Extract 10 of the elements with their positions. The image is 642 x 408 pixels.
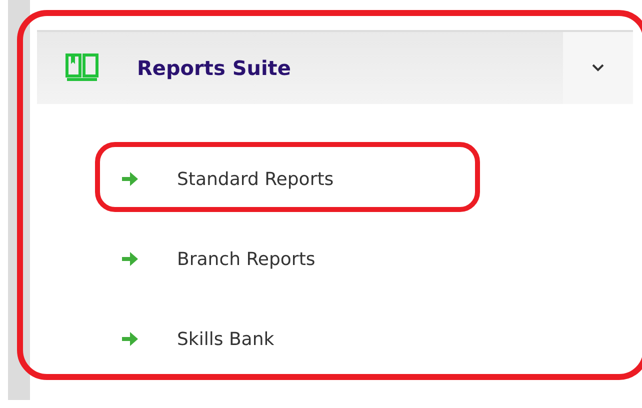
section-title: Reports Suite [137,56,292,80]
menu-item-link[interactable]: Skills Bank [177,328,274,350]
arrow-icon [122,332,138,346]
chevron-down-icon[interactable] [592,64,604,72]
menu-header[interactable]: Reports Suite [37,30,633,104]
arrow-icon [122,172,138,186]
menu-item-link[interactable]: Standard Reports [177,168,334,190]
arrow-icon [122,252,138,266]
book-icon [65,53,99,83]
menu-item-link[interactable]: Branch Reports [177,248,316,270]
